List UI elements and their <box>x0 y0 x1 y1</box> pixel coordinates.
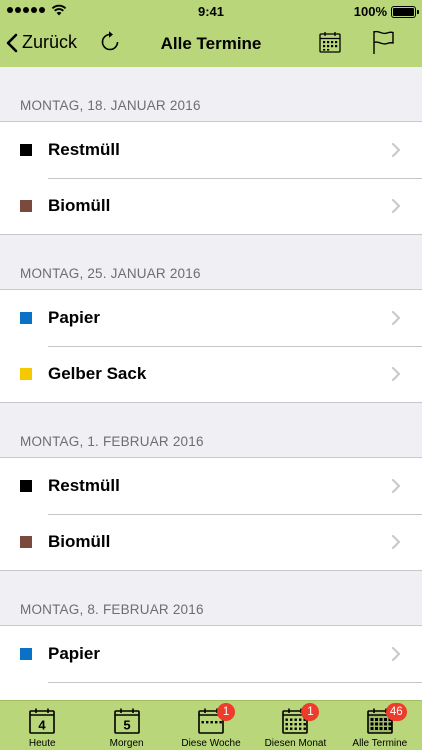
tab-diesen-monat[interactable]: 1 Diesen Monat <box>253 701 337 750</box>
list-item[interactable]: Restmüll <box>0 458 422 514</box>
chevron-right-icon <box>392 199 400 213</box>
list-item-label: Gelber Sack <box>48 364 147 383</box>
list-item-label: Papier <box>48 644 100 663</box>
list-item[interactable]: Biomüll <box>0 514 422 570</box>
list-item[interactable]: Restmüll <box>0 122 422 178</box>
battery-icon <box>391 5 419 18</box>
calendar-day-icon: 5 <box>113 708 140 734</box>
battery-percent: 100% <box>353 4 387 19</box>
status-bar: 9:41 100% <box>0 0 422 22</box>
chevron-right-icon <box>392 479 400 493</box>
refresh-icon[interactable] <box>98 30 122 54</box>
tab-morgen[interactable]: 5 Morgen <box>84 701 168 750</box>
section-group: Papier Gelber Sack <box>0 625 422 700</box>
list-item[interactable]: Biomüll <box>0 178 422 234</box>
list-item[interactable]: Papier <box>0 626 422 682</box>
calendar-icon[interactable] <box>318 30 342 54</box>
list-item[interactable]: Gelber Sack <box>0 346 422 402</box>
section-date-header: MONTAG, 25. JANUAR 2016 <box>20 266 201 281</box>
waste-color-swatch <box>20 536 32 548</box>
svg-text:4: 4 <box>39 718 47 733</box>
tab-bar: 4 Heute 5 Morgen 1 Diese Woche 1 Diesen Mona… <box>0 700 422 750</box>
chevron-left-icon <box>6 33 18 52</box>
battery-indicator: 100% <box>353 4 419 19</box>
calendar-day-icon: 4 <box>29 708 56 734</box>
waste-color-swatch <box>20 312 32 324</box>
chevron-right-icon <box>392 647 400 661</box>
list-item-label: Restmüll <box>48 476 120 495</box>
tab-heute[interactable]: 4 Heute <box>0 701 84 750</box>
tab-label: Diesen Monat <box>264 738 327 749</box>
list-item-label: Biomüll <box>48 196 111 215</box>
chevron-right-icon <box>392 311 400 325</box>
tab-label: Alle Termine <box>352 738 408 749</box>
waste-color-swatch <box>20 144 32 156</box>
chevron-right-icon <box>392 535 400 549</box>
tab-label: Diese Woche <box>181 738 241 749</box>
section-date-header: MONTAG, 8. FEBRUAR 2016 <box>20 602 204 617</box>
navigation-bar: Zurück Alle Termine <box>0 22 422 67</box>
notification-badge: 46 <box>385 703 407 721</box>
list-item-label: Restmüll <box>48 140 120 159</box>
svg-text:5: 5 <box>123 718 130 733</box>
waste-color-swatch <box>20 200 32 212</box>
section-group: Restmüll Biomüll <box>0 121 422 235</box>
section-date-header: MONTAG, 1. FEBRUAR 2016 <box>20 434 204 449</box>
section-group: Papier Gelber Sack <box>0 289 422 403</box>
section-date-header: MONTAG, 18. JANUAR 2016 <box>20 98 201 113</box>
chevron-right-icon <box>392 143 400 157</box>
back-label: Zurück <box>22 32 78 52</box>
tab-diese-woche[interactable]: 1 Diese Woche <box>169 701 253 750</box>
waste-color-swatch <box>20 480 32 492</box>
tab-alle-termine[interactable]: 46 Alle Termine <box>338 701 422 750</box>
chevron-right-icon <box>392 367 400 381</box>
appointment-list[interactable]: MONTAG, 18. JANUAR 2016 Restmüll Biomüll MO… <box>0 67 422 700</box>
back-button[interactable]: Zurück <box>6 32 77 53</box>
notification-badge: 1 <box>217 703 236 721</box>
waste-color-swatch <box>20 648 32 660</box>
tab-label: Morgen <box>109 738 144 749</box>
section-group: Restmüll Biomüll <box>0 457 422 571</box>
list-item-label: Biomüll <box>48 532 111 551</box>
list-item-label: Papier <box>48 308 100 327</box>
top-bar: 9:41 100% Zurück Alle Termine <box>0 0 422 67</box>
list-item[interactable]: Papier <box>0 290 422 346</box>
tab-label: Heute <box>28 738 56 749</box>
flag-icon[interactable] <box>371 29 395 55</box>
waste-color-swatch <box>20 368 32 380</box>
notification-badge: 1 <box>301 703 320 721</box>
list-item[interactable]: Gelber Sack <box>0 682 422 700</box>
